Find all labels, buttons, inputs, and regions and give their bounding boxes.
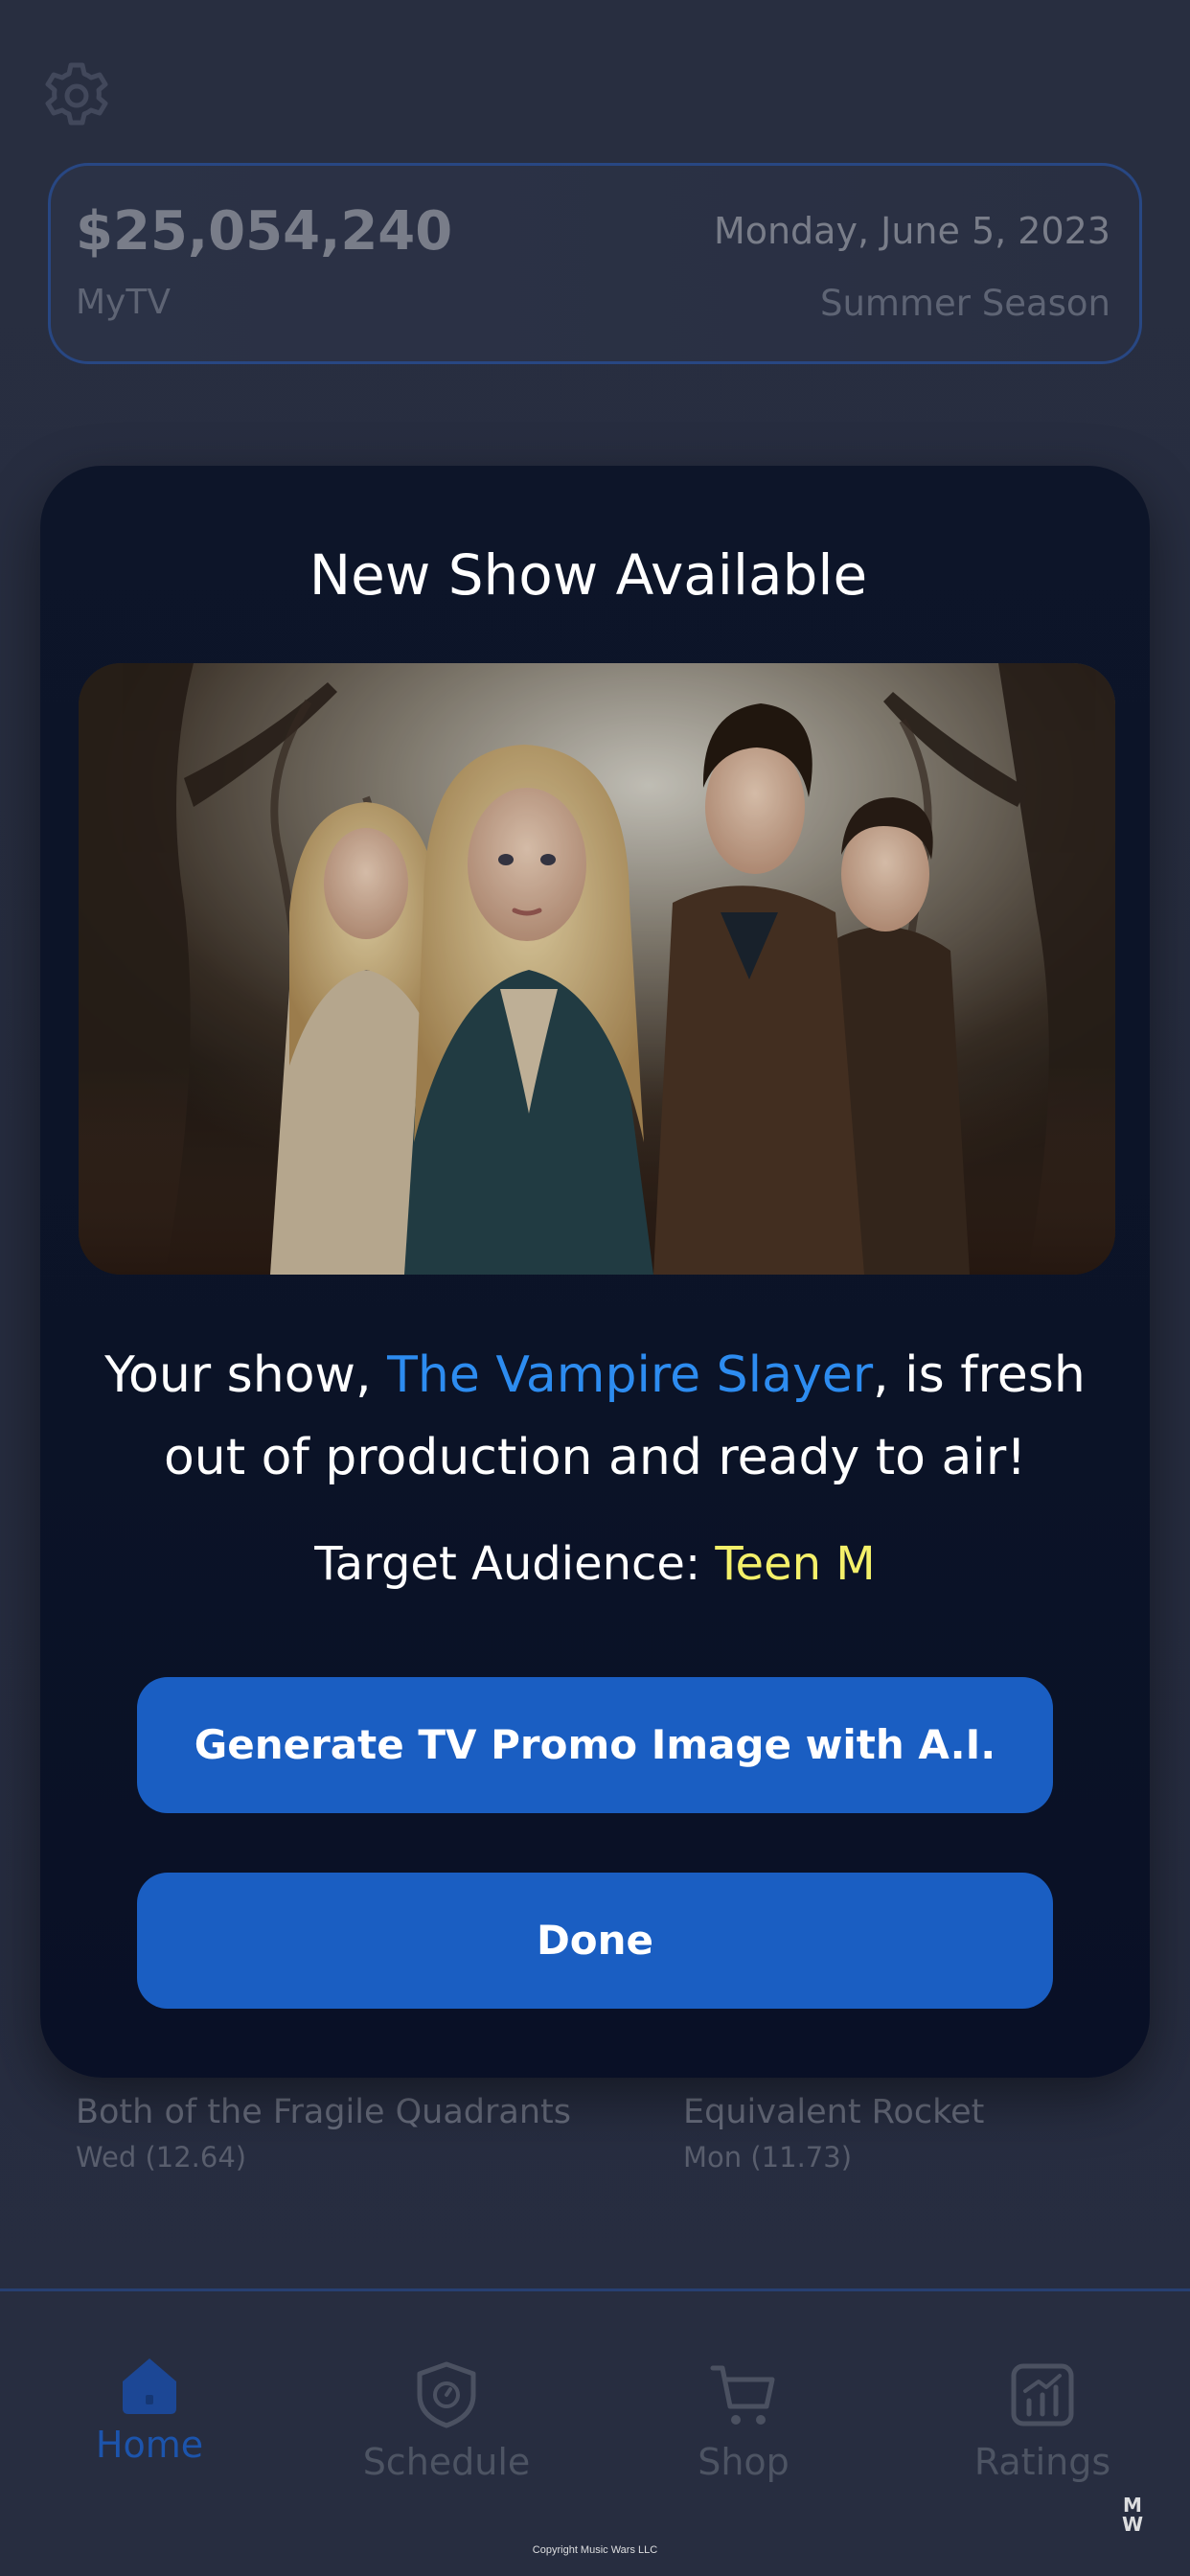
target-audience: Target Audience: Teen M: [40, 1537, 1150, 1591]
show-message: Your show, The Vampire Slayer, is fresh …: [59, 1334, 1131, 1499]
audience-label: Target Audience:: [314, 1537, 716, 1591]
generate-promo-button[interactable]: Generate TV Promo Image with A.I.: [137, 1677, 1053, 1813]
promo-illustration: [79, 663, 1115, 1275]
show-promo-image: [79, 663, 1115, 1275]
new-show-modal: New Show Available Your show, The Vampir…: [40, 466, 1150, 2078]
done-button[interactable]: Done: [137, 1873, 1053, 2009]
audience-value: Teen M: [715, 1537, 876, 1591]
message-prefix: Your show,: [104, 1346, 388, 1404]
modal-title: New Show Available: [309, 542, 868, 608]
show-name: The Vampire Slayer: [387, 1346, 874, 1404]
